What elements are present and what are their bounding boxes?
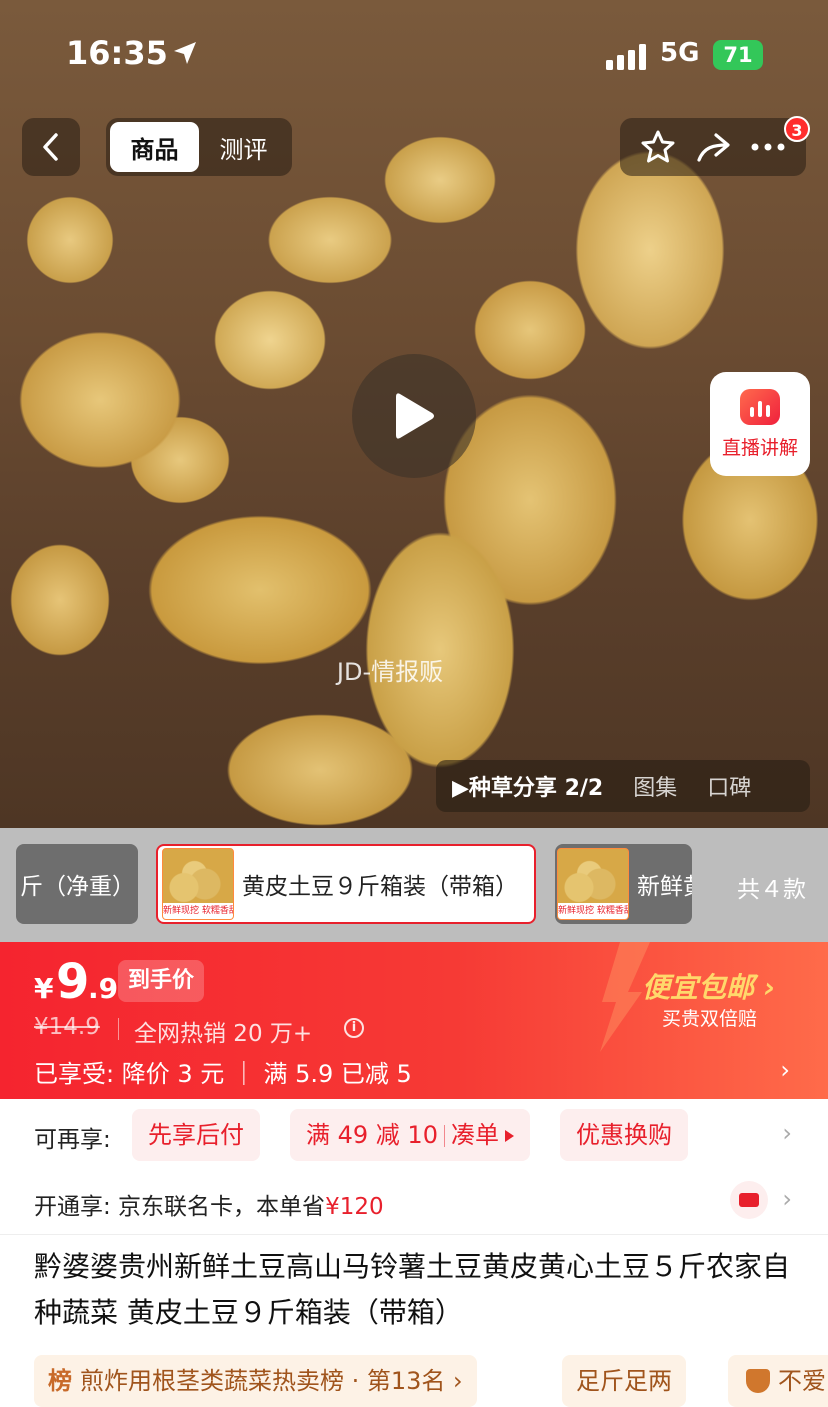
variant-strip: 斤（净重） 新鲜现挖 软糯香甜 黄皮土豆９斤箱装（带箱） 新鲜现挖 软糯香甜 新… xyxy=(0,828,828,942)
status-time: 16:35 xyxy=(66,34,168,72)
price-banner: ¥ 9 .9 到手价 ¥14.9 全网热销 20 万+ i 已享受: 降价 3 … xyxy=(0,942,828,1099)
offers-label: 可再享: xyxy=(34,1127,111,1153)
tab-review[interactable]: 测评 xyxy=(199,122,288,172)
chevron-right-icon[interactable]: › xyxy=(780,1056,790,1084)
add-on-link[interactable]: 凑单 xyxy=(451,1121,499,1149)
star-icon xyxy=(641,130,675,163)
battery-icon: 71 xyxy=(713,40,763,70)
play-icon xyxy=(396,393,434,439)
free-shipping-title[interactable]: 便宜包邮 › xyxy=(642,966,775,1006)
discount-applied-text[interactable]: 已享受: 降价 3 元 ｜ 满 5.9 已减 5 xyxy=(34,1054,412,1089)
price-integer: 9 xyxy=(56,954,90,1010)
lightning-icon xyxy=(600,942,650,1052)
favorite-button[interactable] xyxy=(638,127,678,167)
card-offer-row[interactable]: 开通享: 京东联名卡，本单省¥120 › xyxy=(0,1169,828,1235)
final-price-tag: 到手价 xyxy=(118,960,205,1002)
page-tab-switcher: 商品 测评 xyxy=(106,118,292,176)
card-icon xyxy=(730,1181,768,1219)
more-dots-icon xyxy=(751,143,785,151)
message-badge: 3 xyxy=(784,116,810,142)
more-button[interactable] xyxy=(748,127,788,167)
variant-option[interactable]: 斤（净重） xyxy=(16,844,138,924)
variant-label: 斤（净重） xyxy=(20,874,135,900)
extra-offers-row[interactable]: 可再享: 先享后付 满 49 减 10 凑单 优惠换购 › xyxy=(0,1099,828,1169)
coupon-text: 满 49 减 10 xyxy=(306,1121,438,1149)
chevron-left-icon xyxy=(43,133,58,161)
play-video-button[interactable] xyxy=(352,354,476,478)
image-watermark: JD-情报贩 xyxy=(336,658,444,686)
live-explain-label: 直播讲解 xyxy=(721,436,798,459)
media-tabs: ▶种草分享 2/2 图集 口碑 xyxy=(436,760,810,812)
variant-option-selected[interactable]: 新鲜现挖 软糯香甜 黄皮土豆９斤箱装（带箱） xyxy=(156,844,536,924)
chevron-right-icon[interactable]: › xyxy=(782,1119,792,1147)
chevron-right-icon[interactable]: › xyxy=(782,1185,792,1213)
divider xyxy=(118,1018,119,1040)
hot-sales-text: 全网热销 20 万+ xyxy=(134,1021,313,1047)
ranking-text: 煎炸用根茎类蔬菜热卖榜 · 第13名 › xyxy=(80,1367,463,1395)
product-title: 黔婆婆贵州新鲜土豆高山马铃薯土豆黄皮黄心土豆５斤农家自种蔬菜 黄皮土豆９斤箱装（… xyxy=(34,1250,791,1329)
price-currency: ¥ xyxy=(34,972,54,1005)
variant-thumbnail: 新鲜现挖 软糯香甜 xyxy=(162,848,234,920)
variant-thumbnail: 新鲜现挖 软糯香甜 xyxy=(557,848,629,920)
price-guarantee-text: 买贵双倍赔 xyxy=(662,1008,758,1030)
signal-icon xyxy=(606,44,646,70)
share-icon xyxy=(697,133,730,162)
card-offer-label: 开通享: 京东联名卡，本单省¥120 xyxy=(34,1187,384,1221)
weight-guarantee-chip[interactable]: 足斤足两 xyxy=(562,1355,686,1407)
card-saving-amount: ¥120 xyxy=(325,1194,384,1220)
shield-icon xyxy=(746,1369,770,1393)
tab-reviews[interactable]: 口碑 xyxy=(707,770,751,802)
guarantee-chip[interactable]: 不爱 xyxy=(728,1355,828,1407)
ranking-chip[interactable]: 榜煎炸用根茎类蔬菜热卖榜 · 第13名 › xyxy=(34,1355,477,1407)
product-page: JD-情报贩 16:35 5G 71 商品 测评 3 直播讲解 ▶种草分享 2/… xyxy=(0,0,828,1407)
variant-count-link[interactable]: 共４款 xyxy=(737,870,806,904)
card-offer-text: 开通享: 京东联名卡，本单省 xyxy=(34,1194,326,1220)
tab-gallery[interactable]: 图集 xyxy=(633,770,677,802)
thumbnail-caption: 新鲜现挖 软糯香甜 xyxy=(558,903,628,919)
tab-product[interactable]: 商品 xyxy=(110,122,199,172)
guarantee-text: 不爱 xyxy=(778,1367,826,1395)
back-button[interactable] xyxy=(22,118,80,176)
network-type: 5G xyxy=(660,38,700,68)
info-icon[interactable]: i xyxy=(344,1018,364,1038)
trade-in-pill[interactable]: 优惠换购 xyxy=(560,1109,688,1161)
variant-option[interactable]: 新鲜现挖 软糯香甜 新鲜黄 xyxy=(555,844,692,924)
live-explain-button[interactable]: 直播讲解 xyxy=(710,372,810,476)
live-bars-icon xyxy=(740,388,780,425)
coupon-pill[interactable]: 满 49 减 10 凑单 xyxy=(290,1109,530,1161)
status-bar: 16:35 5G 71 xyxy=(0,0,828,110)
header-actions xyxy=(620,118,806,176)
share-button[interactable] xyxy=(693,127,733,167)
play-triangle-icon xyxy=(504,1130,514,1142)
variant-label: 黄皮土豆９斤箱装（带箱） xyxy=(242,874,518,900)
price-decimal: .9 xyxy=(88,972,119,1005)
tab-video-share[interactable]: ▶种草分享 2/2 xyxy=(452,770,603,802)
thumbnail-caption: 新鲜现挖 软糯香甜 xyxy=(163,903,233,919)
variant-label: 新鲜黄 xyxy=(637,874,692,900)
location-arrow-icon xyxy=(174,42,196,64)
original-price: ¥14.9 xyxy=(34,1014,100,1040)
pay-later-pill[interactable]: 先享后付 xyxy=(132,1109,260,1161)
rank-icon: 榜 xyxy=(48,1367,72,1395)
